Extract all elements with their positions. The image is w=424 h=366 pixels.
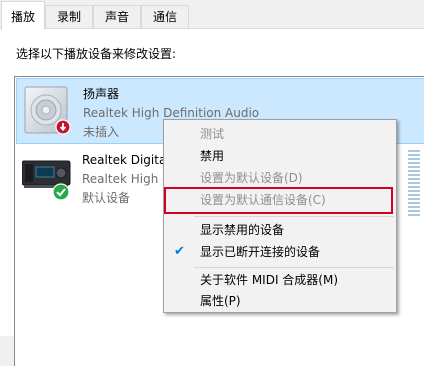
device-status: 未插入 xyxy=(83,125,120,139)
menu-item-about-midi-synth[interactable]: 关于软件 MIDI 合成器(M) xyxy=(164,269,396,291)
speaker-icon xyxy=(23,85,73,137)
menu-item-test[interactable]: 测试 xyxy=(164,123,396,145)
tab-communications[interactable]: 通信 xyxy=(141,5,189,28)
context-menu: 测试 禁用 设置为默认设备(D) 设置为默认通信设备(C) 显示禁用的设备 ✔ … xyxy=(163,119,397,313)
menu-item-disable[interactable]: 禁用 xyxy=(164,145,396,167)
digital-output-device-icon xyxy=(21,151,72,203)
unplugged-badge-icon xyxy=(55,119,71,135)
tab-sounds[interactable]: 声音 xyxy=(93,5,141,28)
menu-item-label: 显示已断开连接的设备 xyxy=(200,245,321,259)
menu-item-show-disabled-devices[interactable]: 显示禁用的设备 xyxy=(164,219,396,241)
volume-level-meter xyxy=(408,150,420,220)
menu-item-properties[interactable]: 属性(P) xyxy=(164,290,396,312)
instruction-text: 选择以下播放设备来修改设置: xyxy=(16,47,177,61)
menu-item-show-disconnected-devices[interactable]: ✔ 显示已断开连接的设备 xyxy=(164,241,396,263)
menu-item-label: 禁用 xyxy=(200,149,225,163)
menu-item-label: 属性(P) xyxy=(200,294,241,308)
tab-playback[interactable]: 播放 xyxy=(1,1,45,30)
menu-separator xyxy=(194,267,394,268)
highlight-annotation-box xyxy=(164,187,393,214)
device-name: Realtek Digital xyxy=(82,153,170,167)
menu-item-label: 显示禁用的设备 xyxy=(200,223,285,237)
menu-item-label: 关于软件 MIDI 合成器(M) xyxy=(200,273,339,287)
device-description: Realtek High D xyxy=(82,172,172,186)
menu-item-label: 测试 xyxy=(200,127,225,141)
tab-strip: 播放 录制 声音 通信 xyxy=(0,0,424,30)
device-status: 默认设备 xyxy=(82,191,131,205)
menu-item-set-default-device[interactable]: 设置为默认设备(D) xyxy=(164,167,396,189)
tab-recording[interactable]: 录制 xyxy=(45,5,93,28)
menu-separator xyxy=(194,216,394,217)
default-check-badge-icon xyxy=(52,183,70,201)
checkmark-icon: ✔ xyxy=(174,244,185,259)
menu-item-label: 设置为默认设备(D) xyxy=(200,171,303,185)
device-name: 扬声器 xyxy=(83,87,120,101)
